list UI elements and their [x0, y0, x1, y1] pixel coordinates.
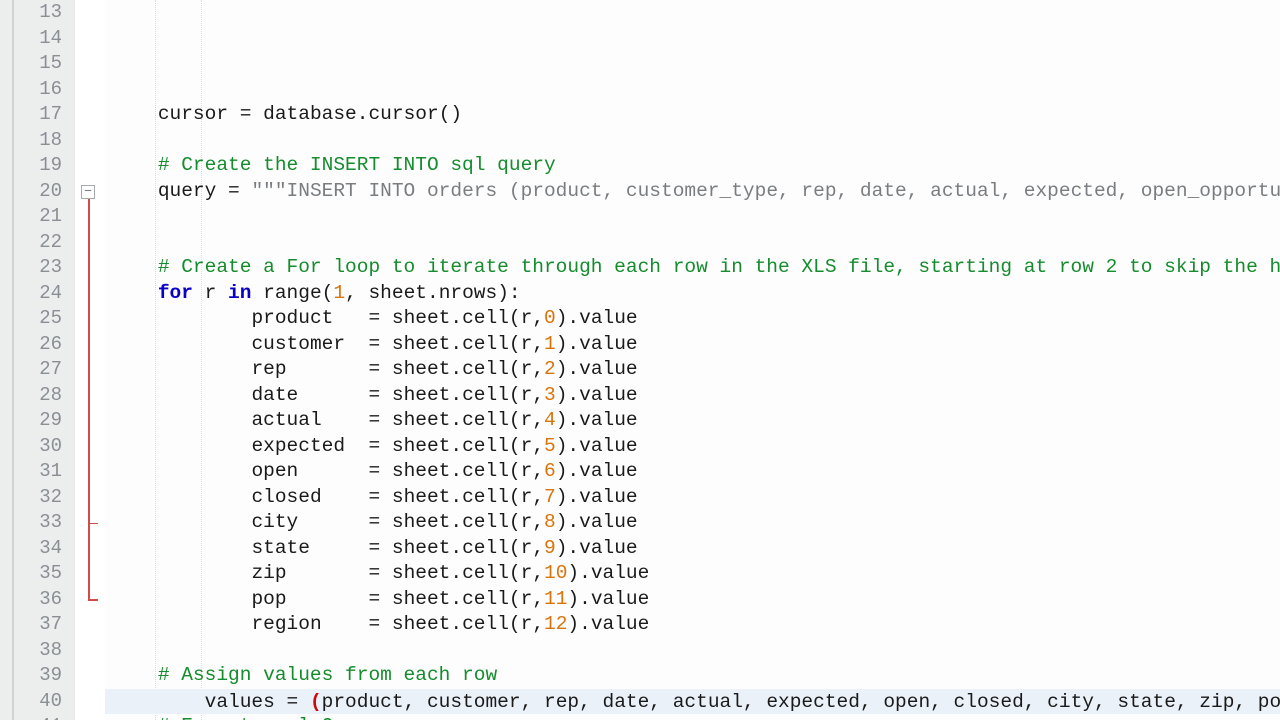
code-editor[interactable]: 1314151617181920212223242526272829303132…	[0, 0, 1280, 720]
line-number[interactable]: 15	[14, 51, 74, 77]
code-line[interactable]: open = sheet.cell(r,6).value	[105, 459, 1280, 485]
code-line[interactable]: customer = sheet.cell(r,1).value	[105, 332, 1280, 358]
line-number[interactable]: 34	[14, 536, 74, 562]
code-line[interactable]	[105, 128, 1280, 154]
line-number[interactable]: 37	[14, 612, 74, 638]
line-number[interactable]: 31	[14, 459, 74, 485]
code-line[interactable]: expected = sheet.cell(r,5).value	[105, 434, 1280, 460]
line-number[interactable]: 23	[14, 255, 74, 281]
code-line[interactable]: product = sheet.cell(r,0).value	[105, 306, 1280, 332]
code-line[interactable]: # Create the INSERT INTO sql query	[105, 153, 1280, 179]
code-line[interactable]: closed = sheet.cell(r,7).value	[105, 485, 1280, 511]
line-number[interactable]: 19	[14, 153, 74, 179]
code-line[interactable]: actual = sheet.cell(r,4).value	[105, 408, 1280, 434]
line-number[interactable]: 22	[14, 230, 74, 256]
line-number[interactable]: 27	[14, 357, 74, 383]
line-number[interactable]: 25	[14, 306, 74, 332]
line-number[interactable]: 41	[14, 714, 74, 720]
line-number[interactable]: 38	[14, 638, 74, 664]
line-number[interactable]: 28	[14, 383, 74, 409]
fold-toggle-icon[interactable]: −	[81, 185, 95, 199]
code-line[interactable]: rep = sheet.cell(r,2).value	[105, 357, 1280, 383]
code-line[interactable]: pop = sheet.cell(r,11).value	[105, 587, 1280, 613]
line-number[interactable]: 36	[14, 587, 74, 613]
code-line[interactable]: values = (product, customer, rep, date, …	[105, 689, 1280, 715]
line-number[interactable]: 32	[14, 485, 74, 511]
code-area[interactable]: cursor = database.cursor() # Create the …	[105, 0, 1280, 720]
line-number[interactable]: 33	[14, 510, 74, 536]
line-number[interactable]: 24	[14, 281, 74, 307]
line-number[interactable]: 30	[14, 434, 74, 460]
line-number[interactable]: 40	[14, 689, 74, 715]
line-number[interactable]: 29	[14, 408, 74, 434]
line-number[interactable]: 35	[14, 561, 74, 587]
fold-guide	[88, 199, 90, 600]
code-line[interactable]: # Create a For loop to iterate through e…	[105, 255, 1280, 281]
line-number[interactable]: 26	[14, 332, 74, 358]
code-line[interactable]: city = sheet.cell(r,8).value	[105, 510, 1280, 536]
code-line[interactable]	[105, 638, 1280, 664]
code-line[interactable]: # Execute sql Query	[105, 714, 1280, 720]
code-line[interactable]	[105, 204, 1280, 230]
line-number[interactable]: 20	[14, 179, 74, 205]
line-number[interactable]: 14	[14, 26, 74, 52]
code-line[interactable]: zip = sheet.cell(r,10).value	[105, 561, 1280, 587]
code-line[interactable]: date = sheet.cell(r,3).value	[105, 383, 1280, 409]
line-number[interactable]: 16	[14, 77, 74, 103]
line-number[interactable]: 13	[14, 0, 74, 26]
code-line[interactable]: region = sheet.cell(r,12).value	[105, 612, 1280, 638]
code-line[interactable]: state = sheet.cell(r,9).value	[105, 536, 1280, 562]
line-number[interactable]: 21	[14, 204, 74, 230]
fold-column[interactable]: −	[74, 0, 105, 720]
line-number[interactable]: 18	[14, 128, 74, 154]
fold-guide-end	[88, 599, 98, 601]
line-number-gutter[interactable]: 1314151617181920212223242526272829303132…	[14, 0, 74, 720]
code-line[interactable]: query = """INSERT INTO orders (product, …	[105, 179, 1280, 205]
line-number[interactable]: 17	[14, 102, 74, 128]
fold-guide-end	[88, 523, 98, 525]
code-line[interactable]: for r in range(1, sheet.nrows):	[105, 281, 1280, 307]
bookmark-margin[interactable]	[0, 0, 14, 720]
code-line[interactable]: cursor = database.cursor()	[105, 102, 1280, 128]
code-line[interactable]: # Assign values from each row	[105, 663, 1280, 689]
line-number[interactable]: 39	[14, 663, 74, 689]
code-line[interactable]	[105, 230, 1280, 256]
